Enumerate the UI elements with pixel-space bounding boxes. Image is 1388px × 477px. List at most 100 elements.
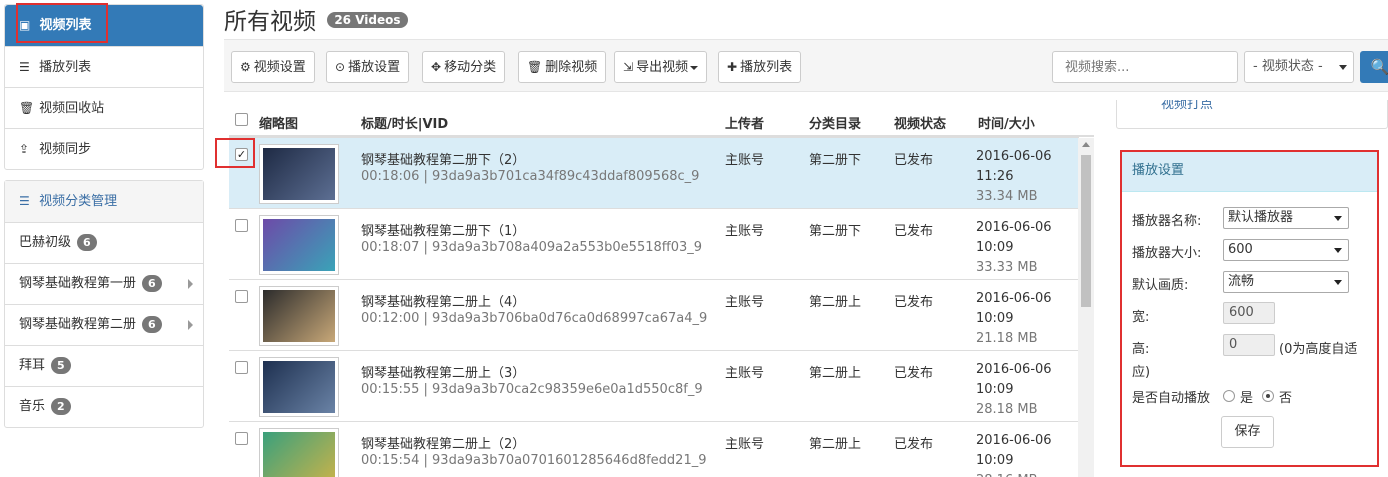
category-nav: ☰ 视频分类管理 巴赫初级 6 钢琴基础教程第一册 6 钢琴基础教程第二册 6 拜耳 5…: [4, 180, 204, 428]
video-size: 33.33 MB: [976, 260, 1038, 275]
count-badge: 5: [51, 357, 71, 374]
search-input[interactable]: [1052, 51, 1238, 83]
video-time: 10:09: [976, 311, 1014, 326]
video-title[interactable]: 钢琴基础教程第二册上（3）: [361, 362, 525, 381]
count-badge: 2: [51, 398, 71, 415]
caret-down-icon: [1339, 65, 1347, 70]
row-checkbox[interactable]: [235, 290, 248, 303]
button-label: 视频设置: [253, 60, 306, 75]
row-checkbox[interactable]: [235, 361, 248, 374]
video-date: 2016-06-06: [976, 291, 1052, 306]
plus-icon: ✚: [727, 60, 738, 74]
video-uploader: 主账号: [725, 153, 765, 168]
nav-item-recycle-bin[interactable]: 🗑 视频回收站: [5, 87, 203, 128]
video-thumbnail[interactable]: [259, 215, 339, 275]
table-scrollbar[interactable]: [1078, 138, 1094, 477]
play-settings-button[interactable]: ⊙ 播放设置: [326, 51, 410, 83]
category-item[interactable]: 拜耳 5: [5, 345, 203, 386]
row-checkbox[interactable]: [235, 219, 248, 232]
video-date: 2016-06-06: [976, 220, 1052, 235]
header-time[interactable]: 时间/大小: [978, 113, 1035, 132]
nav-label: 视频回收站: [39, 101, 105, 116]
header-category[interactable]: 分类目录: [809, 113, 861, 132]
video-uploader: 主账号: [725, 437, 765, 452]
toolbar: ⚙视频设置 ⊙播放设置 ✥移动分类 🗑删除视频 ⇲导出视频 ✚播放列表 - 视频…: [224, 39, 1388, 92]
video-size: 33.34 MB: [976, 189, 1038, 204]
trash-icon: 🗑: [527, 60, 543, 74]
nav-item-playlist[interactable]: ☰ 播放列表: [5, 46, 203, 87]
scrollbar-thumb[interactable]: [1081, 155, 1091, 307]
video-status: 已发布: [894, 437, 934, 452]
video-category: 第二册下: [809, 224, 862, 239]
table-row[interactable]: 钢琴基础教程第二册上（4） 00:12:00 | 93da9a3b706ba0d7…: [229, 279, 1079, 350]
status-select[interactable]: - 视频状态 -: [1244, 51, 1354, 83]
caret-down-icon: [690, 65, 699, 70]
list-icon: ☰: [19, 60, 30, 74]
row-checkbox[interactable]: [235, 432, 248, 445]
scroll-up-icon[interactable]: [1082, 142, 1090, 147]
video-category: 第二册上: [809, 295, 862, 310]
category-item[interactable]: 巴赫初级 6: [5, 222, 203, 263]
video-time: 11:26: [976, 169, 1014, 184]
video-title[interactable]: 钢琴基础教程第二册上（2）: [361, 433, 525, 452]
video-uploader: 主账号: [725, 366, 765, 381]
video-thumbnail[interactable]: [259, 357, 339, 417]
search-icon: 🔍: [1370, 58, 1388, 76]
video-thumbnail[interactable]: [259, 428, 339, 477]
table-row[interactable]: ✓ 钢琴基础教程第二册下（2） 00:18:06 | 93da9a3b701ca34…: [229, 137, 1079, 208]
list-icon: ☰: [19, 194, 30, 208]
video-title[interactable]: 钢琴基础教程第二册下（2）: [361, 149, 525, 168]
move-icon: ✥: [431, 60, 442, 74]
category-label: 音乐: [19, 399, 46, 414]
video-date: 2016-06-06: [976, 362, 1052, 377]
select-all-checkbox[interactable]: [235, 113, 248, 126]
move-category-button[interactable]: ✥ 移动分类: [422, 51, 506, 83]
nav-label: 视频同步: [39, 142, 92, 157]
table-row[interactable]: 钢琴基础教程第二册上（3） 00:15:55 | 93da9a3b70ca2c98…: [229, 350, 1079, 421]
button-label: 播放设置: [348, 60, 401, 75]
search-button[interactable]: 🔍: [1360, 51, 1388, 83]
thumbnail-image: [263, 361, 335, 413]
export-video-button[interactable]: ⇲ 导出视频: [614, 51, 708, 83]
video-size: 28.16 MB: [976, 473, 1037, 477]
video-settings-button[interactable]: ⚙ 视频设置: [231, 51, 315, 83]
button-label: 删除视频: [545, 60, 598, 75]
table-header: 缩略图 标题/时长|VID 上传者 分类目录 视频状态 时间/大小: [229, 103, 1094, 137]
video-duration-vid: 00:18:06 | 93da9a3b701ca34f89c43ddaf8095…: [361, 169, 700, 184]
category-item[interactable]: 钢琴基础教程第一册 6: [5, 263, 203, 304]
video-markers-link[interactable]: 视频打点: [1161, 100, 1213, 112]
video-uploader: 主账号: [725, 295, 765, 310]
nav-label: 播放列表: [39, 60, 92, 75]
header-status[interactable]: 视频状态: [894, 113, 946, 132]
header-uploader[interactable]: 上传者: [725, 113, 764, 132]
video-duration-vid: 00:18:07 | 93da9a3b708a409a2a553b0e5518f…: [361, 240, 703, 255]
video-thumbnail[interactable]: [259, 144, 339, 204]
header-thumbnail: 缩略图: [259, 117, 299, 132]
button-label: 导出视频: [636, 60, 689, 75]
video-status: 已发布: [894, 153, 934, 168]
nav-item-sync[interactable]: ⇪ 视频同步: [5, 128, 203, 169]
gear-icon: ⚙: [240, 60, 251, 74]
highlight-box: [16, 3, 108, 43]
video-time: 10:09: [976, 453, 1014, 468]
caret-right-icon[interactable]: [188, 320, 193, 330]
caret-right-icon[interactable]: [188, 279, 193, 289]
delete-video-button[interactable]: 🗑 删除视频: [518, 51, 607, 83]
table-row[interactable]: 钢琴基础教程第二册上（2） 00:15:54 | 93da9a3b70a07016…: [229, 421, 1079, 477]
video-thumbnail[interactable]: [259, 286, 339, 346]
thumbnail-image: [263, 219, 335, 271]
table-row[interactable]: 钢琴基础教程第二册下（1） 00:18:07 | 93da9a3b708a409a…: [229, 208, 1079, 279]
category-header[interactable]: ☰ 视频分类管理: [5, 181, 203, 222]
video-size: 28.18 MB: [976, 402, 1038, 417]
video-title[interactable]: 钢琴基础教程第二册上（4）: [361, 291, 525, 310]
video-date: 2016-06-06: [976, 149, 1052, 164]
thumbnail-image: [263, 148, 335, 200]
add-playlist-button[interactable]: ✚ 播放列表: [718, 51, 802, 83]
video-title[interactable]: 钢琴基础教程第二册下（1）: [361, 220, 525, 239]
header-title[interactable]: 标题/时长|VID: [361, 113, 448, 132]
video-time: 10:09: [976, 240, 1014, 255]
video-table: 缩略图 标题/时长|VID 上传者 分类目录 视频状态 时间/大小 ✓ 钢琴基础教…: [229, 103, 1094, 477]
category-item[interactable]: 钢琴基础教程第二册 6: [5, 304, 203, 345]
category-item[interactable]: 音乐 2: [5, 386, 203, 427]
video-date: 2016-06-06: [976, 433, 1052, 448]
